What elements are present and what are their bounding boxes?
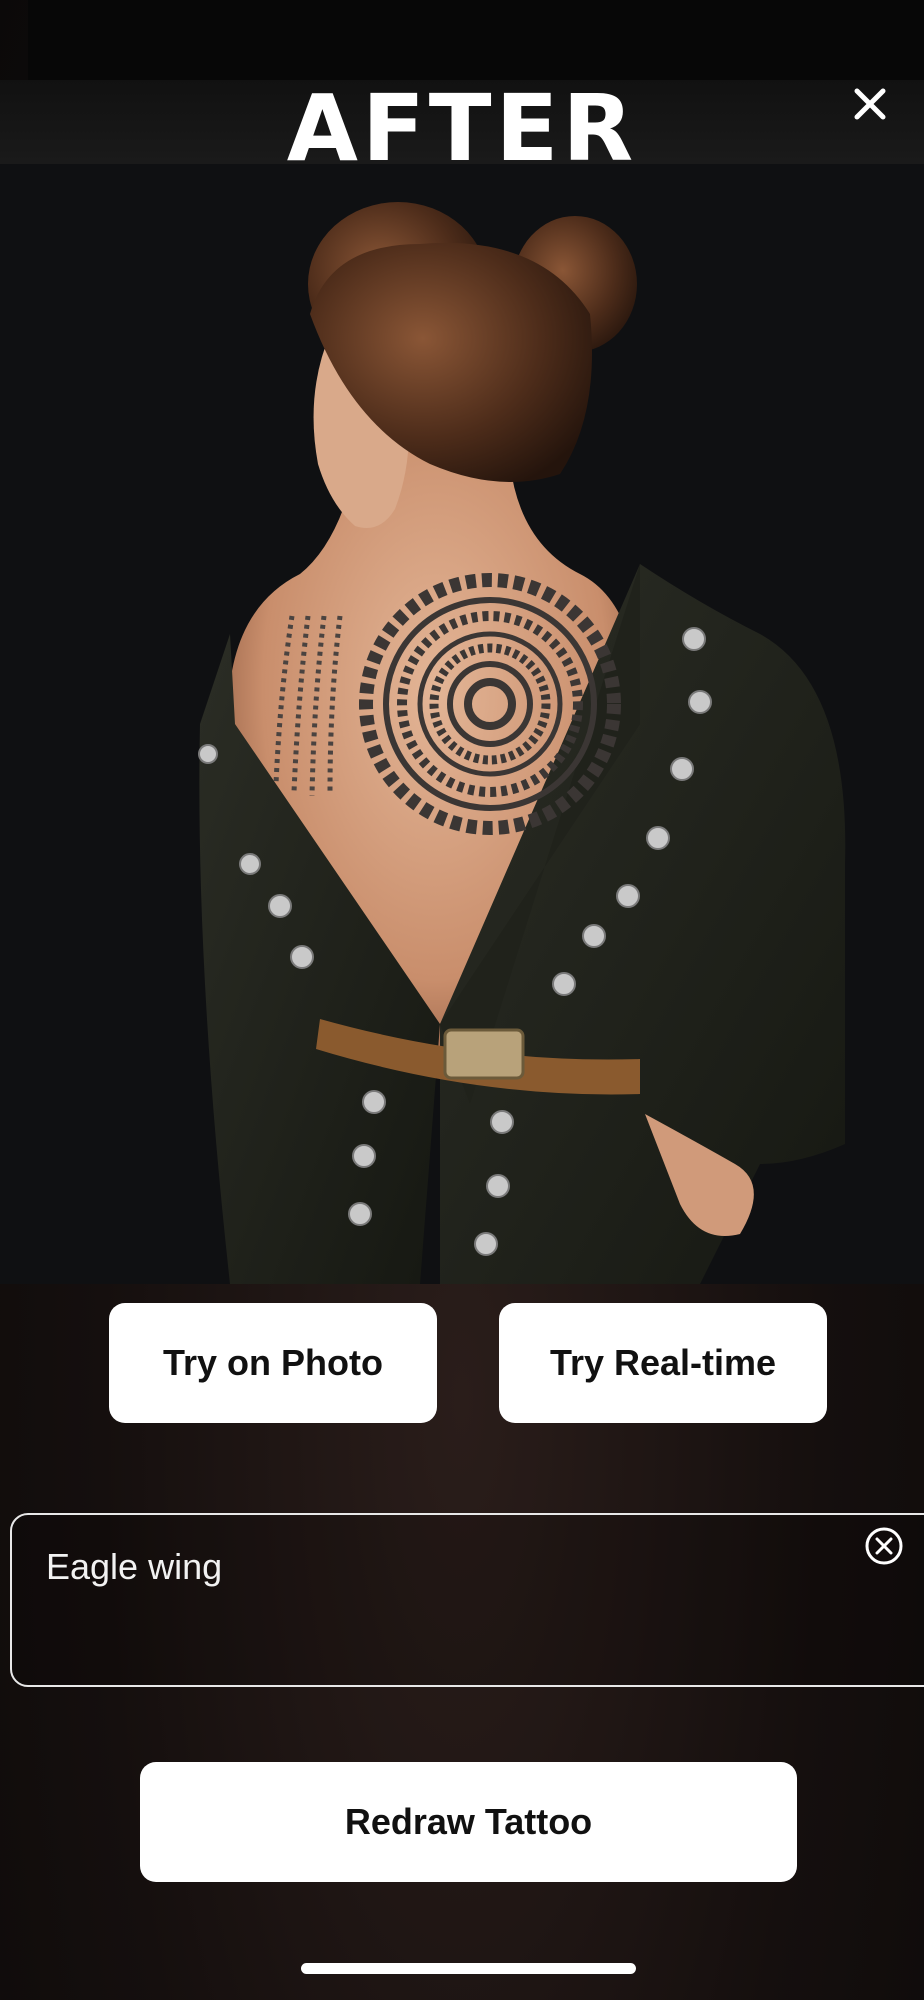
redraw-tattoo-label: Redraw Tattoo [344,1801,593,1842]
tattoo-preview-image [0,164,924,1284]
try-realtime-label: Try Real-time [549,1342,777,1383]
close-button[interactable] [849,83,891,125]
clear-circle-icon [865,1527,903,1565]
close-icon [854,88,886,120]
redraw-tattoo-button[interactable]: Redraw Tattoo [140,1762,797,1882]
try-on-photo-button[interactable]: Try on Photo [109,1303,437,1423]
woman-back-illustration [0,164,924,1284]
try-on-photo-label: Try on Photo [163,1342,383,1383]
home-indicator [301,1963,636,1974]
status-bar [28,0,924,80]
prompt-value[interactable]: Eagle wing [46,1545,222,1589]
screen: AFTER Try on Photo Try Real-time Eagle w… [0,0,924,2000]
prompt-input[interactable]: Eagle wing [10,1513,924,1687]
clear-prompt-button[interactable] [864,1526,904,1566]
try-realtime-button[interactable]: Try Real-time [499,1303,827,1423]
